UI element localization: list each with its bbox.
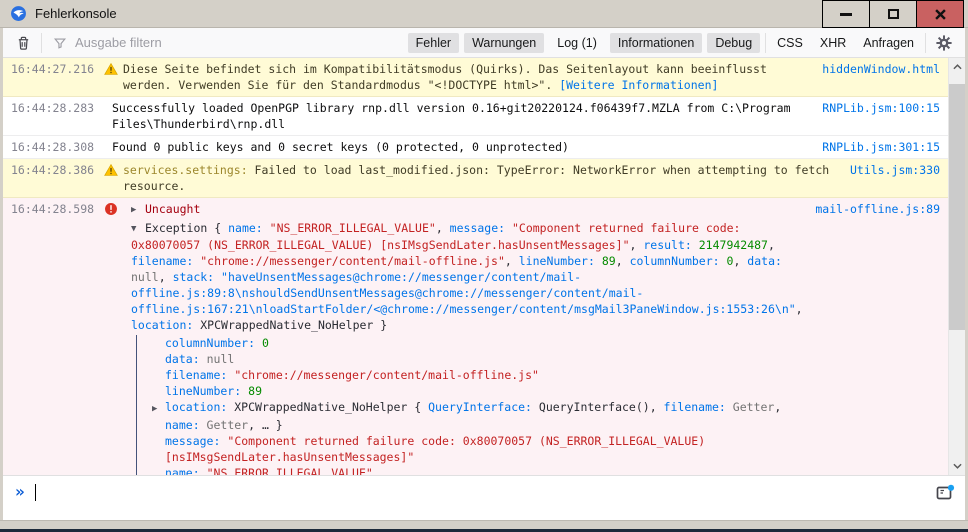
filter-requests-button[interactable]: Anfragen	[857, 33, 920, 53]
timestamp: 16:44:28.598	[11, 202, 95, 216]
filter-errors-button[interactable]: Fehler	[407, 32, 460, 53]
log-entry-warning: 16:44:28.386 services.settings: Failed t…	[3, 159, 948, 198]
property-row: filename: "chrome://messenger/content/mai…	[165, 368, 539, 382]
source-link[interactable]: mail-offline.js:89	[815, 201, 948, 217]
toolbar-separator	[41, 32, 42, 53]
log-message: Found 0 public keys and 0 secret keys (0…	[112, 140, 569, 154]
command-input[interactable]	[36, 483, 955, 513]
window-title: Fehlerkonsole	[35, 6, 117, 21]
maximize-icon	[887, 9, 899, 19]
filter-funnel-icon	[53, 37, 67, 49]
open-editor-button[interactable]	[934, 482, 957, 506]
exception-preview: ▼ Exception { name: "NS_ERROR_ILLEGAL_VAL…	[131, 221, 803, 332]
toolbar-separator	[765, 32, 767, 53]
timestamp: 16:44:28.386	[11, 163, 95, 177]
logger-prefix: services.settings:	[123, 163, 248, 177]
log-entry-log: 16:44:28.283 Successfully loaded OpenPGP…	[3, 97, 948, 136]
log-message: Successfully loaded OpenPGP library rnp.…	[112, 101, 791, 131]
log-entry-log: 16:44:28.308 Found 0 public keys and 0 s…	[3, 136, 948, 159]
maximize-button[interactable]	[869, 0, 917, 28]
titlebar[interactable]: Fehlerkonsole	[0, 0, 968, 28]
console-prompt-icon: »	[15, 482, 25, 501]
source-link[interactable]: hiddenWindow.html	[822, 61, 948, 77]
twisty-expanded-icon[interactable]: ▼	[131, 221, 145, 237]
property-row: message: "Component returned failure code…	[165, 434, 706, 464]
console-settings-button[interactable]	[931, 32, 957, 54]
warning-icon	[104, 163, 118, 176]
warning-icon	[104, 62, 118, 75]
minimize-icon	[840, 12, 852, 16]
log-message: Diese Seite befindet sich im Kompatibili…	[123, 62, 767, 92]
filter-box	[47, 34, 403, 51]
console-frame: Fehler Warnungen Log (1) Informationen D…	[3, 28, 965, 520]
timestamp: 16:44:28.283	[11, 101, 95, 115]
filter-xhr-button[interactable]: XHR	[814, 33, 852, 53]
source-link[interactable]: RNPLib.jsm:100:15	[822, 100, 948, 116]
close-icon	[934, 8, 946, 20]
twisty-collapsed-icon[interactable]: ▶	[152, 401, 165, 417]
exception-properties: columnNumber: 0 data: null filename: "chrom…	[136, 335, 807, 475]
window-controls	[822, 0, 964, 28]
error-icon	[105, 203, 117, 215]
log-entry-warning: 16:44:27.216 Diese Seite befindet sich i…	[3, 58, 948, 97]
filter-css-button[interactable]: CSS	[771, 33, 809, 53]
property-row-location: ▶ location: XPCWrappedNative_NoHelper { Q…	[152, 400, 782, 432]
timestamp: 16:44:28.308	[11, 140, 95, 154]
property-row: name: "NS_ERROR_ILLEGAL_VALUE"	[165, 466, 373, 475]
gear-icon	[936, 34, 952, 51]
property-row: lineNumber: 89	[165, 384, 263, 398]
close-button[interactable]	[916, 0, 964, 28]
source-link[interactable]: RNPLib.jsm:301:15	[822, 139, 948, 155]
scroll-up-button[interactable]	[949, 58, 965, 76]
source-link[interactable]: Utils.jsm:330	[850, 162, 948, 178]
scrollbar-thumb[interactable]	[949, 84, 965, 330]
property-row: data: null	[165, 352, 235, 366]
clear-console-button[interactable]	[11, 32, 36, 54]
filter-info-button[interactable]: Informationen	[609, 32, 703, 53]
error-title: ▶ Uncaught	[131, 202, 201, 218]
chevron-down-icon	[952, 463, 962, 469]
timestamp: 16:44:27.216	[11, 62, 95, 76]
chevron-up-icon	[952, 64, 962, 70]
filter-warnings-button[interactable]: Warnungen	[464, 32, 545, 53]
toolbar-separator	[925, 32, 926, 53]
twisty-collapsed-icon[interactable]: ▶	[131, 202, 145, 218]
vertical-scrollbar[interactable]	[948, 58, 965, 475]
error-message-block: ▶ Uncaught ▼ Exception { name: "NS_ERROR_I…	[123, 201, 815, 475]
log-entry-error: 16:44:28.598 ▶ Uncaught ▼ Exception { name…	[3, 198, 948, 475]
filter-debug-button[interactable]: Debug	[707, 32, 761, 53]
log-message: services.settings: Failed to load last_m…	[123, 163, 830, 193]
learn-more-link[interactable]: [Weitere Informationen]	[559, 78, 718, 92]
trash-icon	[18, 36, 29, 50]
scroll-down-button[interactable]	[949, 457, 965, 475]
filter-output-input[interactable]	[73, 34, 403, 51]
minimize-button[interactable]	[822, 0, 870, 28]
split-console-icon	[936, 484, 955, 500]
command-input-row: »	[3, 475, 965, 520]
console-output: 16:44:27.216 Diese Seite befindet sich i…	[3, 58, 965, 475]
console-toolbar: Fehler Warnungen Log (1) Informationen D…	[3, 28, 965, 58]
window-bottom-border	[0, 520, 968, 529]
property-row: columnNumber: 0	[165, 336, 269, 350]
filter-log-button[interactable]: Log (1)	[549, 33, 605, 53]
thunderbird-icon	[11, 6, 26, 21]
